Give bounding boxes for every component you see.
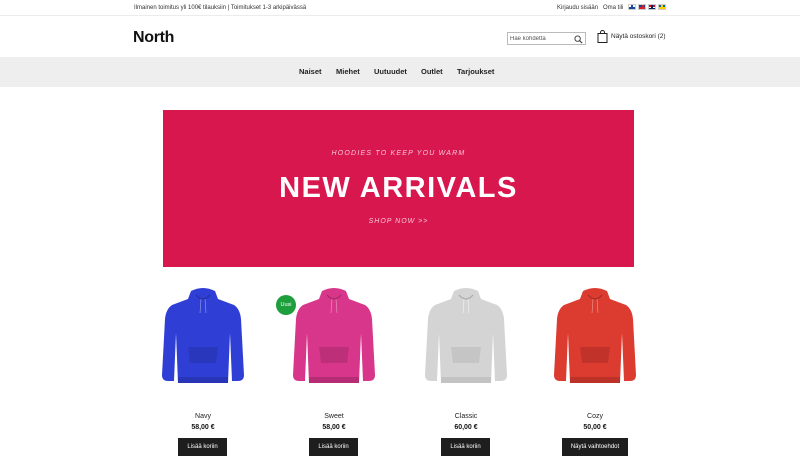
gb-flag-icon[interactable] <box>638 4 646 10</box>
add-to-cart-button[interactable]: Lisää koriin <box>309 438 358 456</box>
se-flag-icon[interactable] <box>658 4 666 10</box>
product-name[interactable]: Classic <box>411 413 521 420</box>
search-icon[interactable] <box>574 35 583 44</box>
product-card: Classic 60,00 € Lisää koriin <box>411 287 521 464</box>
product-price: 58,00 € <box>322 424 346 431</box>
top-bar: Ilmainen toimitus yli 100€ tilauksiin | … <box>0 0 800 16</box>
product-price: 50,00 € <box>583 424 607 431</box>
product-price: 60,00 € <box>454 424 478 431</box>
new-badge: Uusi <box>276 295 296 315</box>
product-name[interactable]: Sweet <box>279 413 389 420</box>
product-price: 58,00 € <box>191 424 215 431</box>
nav-item-uutuudet[interactable]: Uutuudet <box>374 67 407 76</box>
hero-title: NEW ARRIVALS <box>279 172 518 204</box>
hero-kicker: HOODIES TO KEEP YOU WARM <box>331 150 466 157</box>
hoodie-image[interactable] <box>421 287 511 393</box>
fi-flag-icon[interactable] <box>628 4 636 10</box>
language-selector <box>628 4 666 10</box>
search-input[interactable] <box>510 34 570 43</box>
hoodie-image[interactable] <box>289 287 379 393</box>
nav-item-outlet[interactable]: Outlet <box>421 67 443 76</box>
cart-button[interactable]: Näytä ostoskori (2) <box>597 30 666 43</box>
account-link[interactable]: Oma tili <box>603 5 623 11</box>
view-options-button[interactable]: Näytä vaihtoehdot <box>562 438 628 456</box>
product-name[interactable]: Cozy <box>540 413 650 420</box>
no-flag-icon[interactable] <box>648 4 656 10</box>
hero-banner[interactable]: HOODIES TO KEEP YOU WARM NEW ARRIVALS SH… <box>163 110 634 267</box>
search-box <box>507 32 586 45</box>
nav-item-tarjoukset[interactable]: Tarjoukset <box>457 67 494 76</box>
shipping-promo-text: Ilmainen toimitus yli 100€ tilauksiin | … <box>134 5 307 11</box>
product-name[interactable]: Navy <box>148 413 258 420</box>
shopping-bag-icon <box>597 30 608 43</box>
add-to-cart-button[interactable]: Lisää koriin <box>178 438 227 456</box>
nav-item-miehet[interactable]: Miehet <box>336 67 360 76</box>
product-card: Cozy 50,00 € Näytä vaihtoehdot <box>540 287 650 464</box>
hoodie-image[interactable] <box>550 287 640 393</box>
hoodie-image[interactable] <box>158 287 248 393</box>
product-card: Uusi Sweet 58,00 € Lisää koriin <box>276 287 389 464</box>
add-to-cart-button[interactable]: Lisää koriin <box>441 438 490 456</box>
cart-label: Näytä ostoskori (2) <box>611 33 666 40</box>
main-navigation: Naiset Miehet Uutuudet Outlet Tarjoukset <box>0 57 800 87</box>
site-logo[interactable]: North <box>133 29 174 47</box>
product-card: Navy 58,00 € Lisää koriin <box>148 287 258 464</box>
login-link[interactable]: Kirjaudu sisään <box>557 5 598 11</box>
nav-item-naiset[interactable]: Naiset <box>299 67 322 76</box>
shop-now-link[interactable]: SHOP NOW >> <box>163 218 634 225</box>
